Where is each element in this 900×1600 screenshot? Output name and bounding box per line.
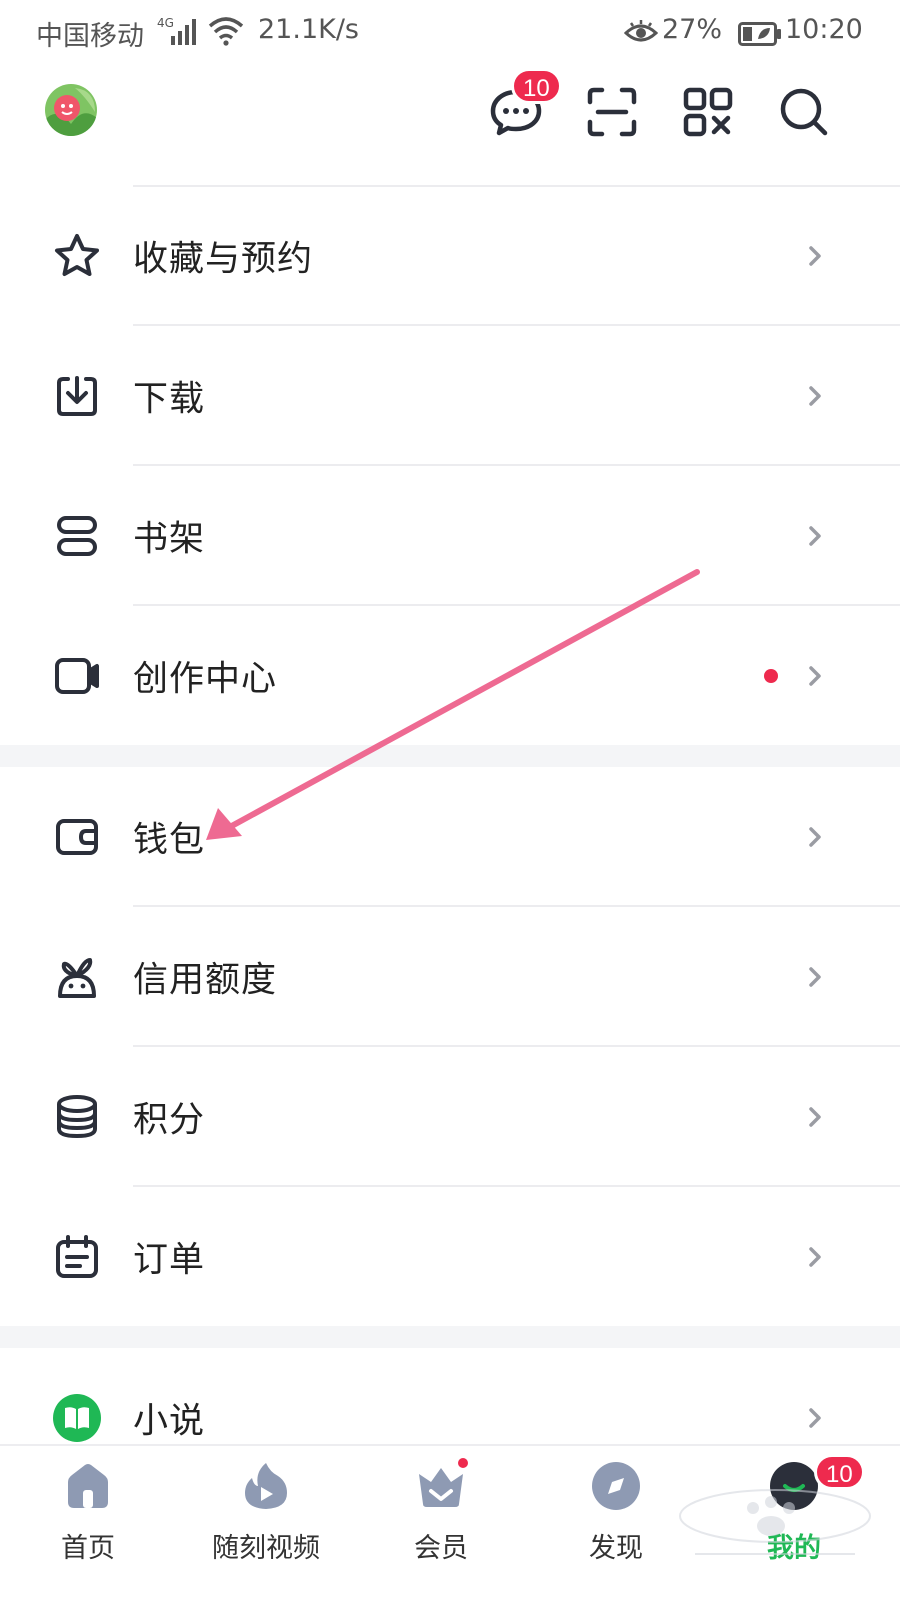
- bookshelf-icon: [57, 516, 97, 556]
- menu-item-label: 小说: [133, 1401, 206, 1442]
- video-camera-icon: [55, 658, 99, 694]
- nav-tab-label: 随刻视频: [212, 1533, 320, 1564]
- menu-item-label: 订单: [133, 1240, 206, 1281]
- menu-item-label: 积分: [133, 1100, 206, 1141]
- menu-item-wallet[interactable]: 钱包: [0, 767, 900, 907]
- section-separator: [0, 745, 900, 767]
- chevron-right-icon: [809, 1107, 821, 1127]
- search-icon[interactable]: [776, 84, 832, 140]
- network-speed: 21.1K/s: [258, 14, 359, 45]
- nav-tab-label: 会员: [414, 1533, 468, 1564]
- home-icon: [68, 1464, 108, 1508]
- menu-item-label: 钱包: [133, 820, 206, 861]
- chevron-right-icon: [809, 1408, 821, 1428]
- nav-tab-suike-video[interactable]: 随刻视频: [176, 1446, 356, 1600]
- scan-icon[interactable]: [584, 84, 640, 140]
- menu-item-label: 下载: [133, 379, 206, 420]
- wallet-icon: [56, 819, 98, 855]
- nav-tab-label: 首页: [61, 1533, 115, 1564]
- chevron-right-icon: [809, 526, 821, 546]
- menu-item-label: 创作中心: [133, 659, 278, 700]
- notification-dot: [456, 1456, 470, 1470]
- avatar-image-icon: [45, 84, 97, 136]
- menu-item-orders[interactable]: 订单: [0, 1187, 900, 1327]
- menu-item-label: 信用额度: [133, 960, 278, 1001]
- chevron-right-icon: [809, 827, 821, 847]
- menu-item-creator-center[interactable]: 创作中心: [0, 606, 900, 746]
- chevron-right-icon: [809, 967, 821, 987]
- menu-item-label: 收藏与预约: [133, 239, 314, 280]
- menu-item-bookshelf[interactable]: 书架: [0, 466, 900, 606]
- menu-item-download[interactable]: 下载: [0, 326, 900, 466]
- status-bar: 中国移动 4G 21.1K/s 27% 10:20: [0, 0, 900, 64]
- notification-dot: [764, 669, 778, 683]
- cellular-signal-icon: [171, 19, 196, 45]
- chevron-right-icon: [809, 666, 821, 686]
- qr-code-icon[interactable]: [680, 84, 736, 140]
- menu-item-credit-limit[interactable]: 信用额度: [0, 907, 900, 1047]
- watermark-logo-icon: [679, 1489, 871, 1555]
- flame-play-icon: [245, 1463, 287, 1509]
- profile-notification-badge: 10: [814, 1454, 865, 1490]
- menu-item-points[interactable]: 积分: [0, 1047, 900, 1187]
- eye-comfort-icon: [624, 20, 658, 42]
- nav-tab-vip[interactable]: 会员: [356, 1446, 526, 1600]
- battery-saver-icon: [738, 22, 781, 46]
- wifi-icon: [208, 17, 244, 46]
- credit-icon: [58, 958, 96, 998]
- download-icon: [57, 376, 97, 416]
- order-icon: [56, 1235, 98, 1278]
- user-avatar[interactable]: [45, 84, 97, 136]
- message-count-badge: 10: [511, 68, 562, 104]
- star-icon: [55, 234, 99, 276]
- battery-percent: 27%: [662, 14, 723, 45]
- chevron-right-icon: [809, 386, 821, 406]
- nav-tab-home[interactable]: 首页: [0, 1446, 176, 1600]
- novel-book-icon: [53, 1394, 101, 1442]
- chevron-right-icon: [809, 246, 821, 266]
- clock-time: 10:20: [785, 14, 863, 45]
- section-separator: [0, 1326, 900, 1348]
- compass-icon: [592, 1462, 640, 1510]
- menu-item-label: 书架: [133, 519, 206, 560]
- profile-header: 10: [0, 64, 900, 186]
- menu-item-favorites[interactable]: 收藏与预约: [0, 186, 900, 326]
- coins-icon: [57, 1095, 97, 1139]
- carrier-name: 中国移动: [36, 21, 144, 52]
- chevron-right-icon: [809, 1247, 821, 1267]
